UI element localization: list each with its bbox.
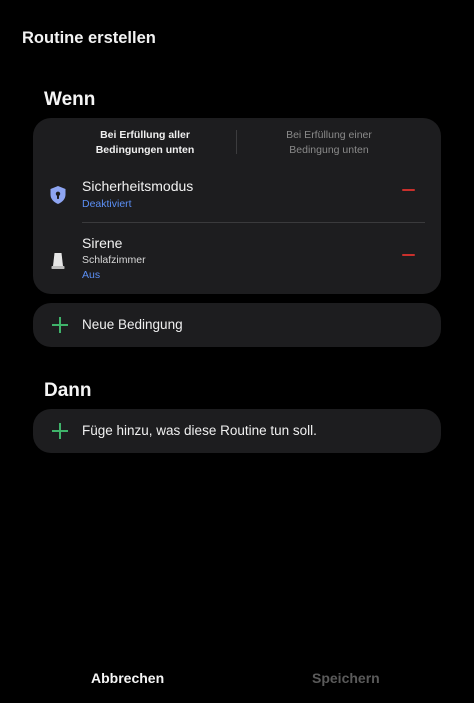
minus-icon: [401, 189, 415, 191]
remove-condition-button[interactable]: [401, 183, 415, 197]
condition-name: Sirene: [82, 235, 123, 251]
match-all-label-line2: Bedingungen unten: [95, 144, 195, 156]
conditions-card: Bei Erfüllung aller Bedingungen unten Be…: [33, 118, 441, 294]
shield-lock-icon: [50, 186, 66, 204]
add-action-button[interactable]: Füge hinzu, was diese Routine tun soll.: [33, 409, 441, 453]
plus-icon: [52, 423, 68, 439]
condition-status: Aus: [82, 269, 101, 281]
page-title: Routine erstellen: [22, 29, 156, 47]
siren-icon: [51, 253, 65, 269]
match-any-option[interactable]: Bei Erfüllung einer Bedingung unten: [229, 128, 429, 158]
match-all-option[interactable]: Bei Erfüllung aller Bedingungen unten: [45, 128, 245, 158]
when-section-title: Wenn: [44, 89, 96, 110]
condition-item-siren[interactable]: Sirene Schlafzimmer Aus: [33, 233, 441, 289]
condition-room: Schlafzimmer: [82, 254, 146, 266]
cancel-button[interactable]: Abbrechen: [91, 670, 164, 686]
screen: Routine erstellen Wenn Bei Erfüllung all…: [0, 0, 474, 703]
match-any-label-line1: Bei Erfüllung einer: [286, 129, 372, 141]
remove-condition-button[interactable]: [401, 248, 415, 262]
condition-item-security-mode[interactable]: Sicherheitsmodus Deaktiviert: [33, 176, 441, 226]
match-mode-toggle: Bei Erfüllung aller Bedingungen unten Be…: [33, 118, 441, 168]
match-all-label-line1: Bei Erfüllung aller: [100, 129, 190, 141]
minus-icon: [401, 254, 415, 256]
divider: [82, 222, 425, 223]
plus-icon: [52, 317, 68, 333]
match-any-label-line2: Bedingung unten: [289, 144, 369, 156]
save-button[interactable]: Speichern: [312, 670, 380, 686]
condition-name: Sicherheitsmodus: [82, 178, 194, 194]
add-action-label: Füge hinzu, was diese Routine tun soll.: [82, 423, 317, 438]
add-condition-button[interactable]: Neue Bedingung: [33, 303, 441, 347]
then-section-title: Dann: [44, 380, 92, 401]
add-condition-label: Neue Bedingung: [82, 317, 183, 332]
condition-status: Deaktiviert: [82, 198, 132, 210]
